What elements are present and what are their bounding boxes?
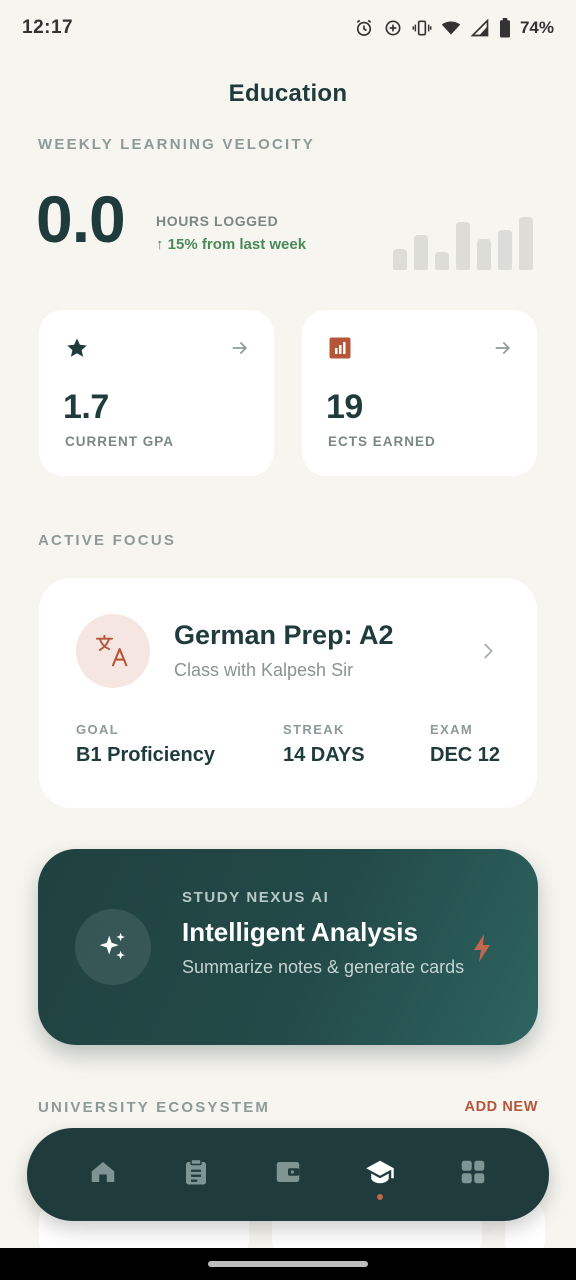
exam-label: EXAM <box>430 722 474 737</box>
weekly-bar <box>519 217 533 270</box>
trend-text: ↑ 15% from last week <box>156 236 307 253</box>
velocity-section-label: WEEKLY LEARNING VELOCITY <box>38 136 315 153</box>
study-nexus-ai-card[interactable]: STUDY NEXUS AI Intelligent Analysis Summ… <box>38 849 538 1045</box>
hours-value: 0.0 <box>36 182 126 256</box>
gpa-value: 1.7 <box>63 388 109 426</box>
status-icons: 74% <box>354 18 554 38</box>
page-title: Education <box>228 80 348 107</box>
ects-label: ECTS EARNED <box>328 434 436 449</box>
weekly-bar <box>435 252 449 270</box>
battery-icon <box>499 18 511 38</box>
arrow-right-icon <box>230 338 250 358</box>
battery-level: 74% <box>519 18 554 37</box>
home-icon <box>88 1157 118 1192</box>
streak-label: STREAK <box>283 722 345 737</box>
weekly-bar <box>498 230 512 270</box>
ai-description: Summarize notes & generate cards <box>182 957 465 977</box>
ects-card[interactable]: 19 ECTS EARNED <box>302 310 537 476</box>
ecosystem-section-label: UNIVERSITY ECOSYSTEM <box>38 1099 271 1116</box>
data-saver-icon <box>383 18 403 38</box>
streak-value: 14 DAYS <box>283 744 365 766</box>
goal-label: GOAL <box>76 722 120 737</box>
status-bar: 12:17 74% <box>0 0 576 56</box>
ai-eyebrow: STUDY NEXUS AI <box>182 889 330 906</box>
chevron-right-icon <box>477 640 499 662</box>
focus-section-label: ACTIVE FOCUS <box>38 532 177 549</box>
gpa-label: CURRENT GPA <box>65 434 175 449</box>
active-indicator <box>377 1193 384 1200</box>
translate-icon <box>76 614 150 688</box>
weekly-bar-chart <box>393 210 533 270</box>
weekly-bar <box>477 239 491 270</box>
ects-value: 19 <box>326 388 363 426</box>
star-icon <box>65 336 89 360</box>
wifi-icon <box>441 18 461 38</box>
hours-label: HOURS LOGGED <box>156 213 279 229</box>
nav-tasks[interactable] <box>174 1145 218 1205</box>
goal-value: B1 Proficiency <box>76 744 215 766</box>
nav-home[interactable] <box>81 1145 125 1205</box>
gpa-card[interactable]: 1.7 CURRENT GPA <box>39 310 274 476</box>
bottom-nav <box>27 1128 549 1221</box>
graduation-cap-icon <box>365 1157 395 1192</box>
chart-icon <box>328 336 352 360</box>
weekly-bar <box>414 235 428 270</box>
nav-more[interactable] <box>451 1145 495 1205</box>
nav-education[interactable] <box>358 1145 402 1205</box>
focus-subtitle: Class with Kalpesh Sir <box>174 660 354 680</box>
bolt-icon <box>470 933 494 963</box>
cell-signal-icon <box>470 18 490 38</box>
wallet-icon <box>273 1157 303 1192</box>
nav-wallet[interactable] <box>266 1145 310 1205</box>
focus-title: German Prep: A2 <box>174 620 394 650</box>
ai-title: Intelligent Analysis <box>182 917 418 947</box>
vibrate-icon <box>412 18 432 38</box>
active-focus-card[interactable]: German Prep: A2 Class with Kalpesh Sir G… <box>39 578 537 808</box>
add-new-button[interactable]: ADD NEW <box>465 1099 538 1115</box>
clipboard-icon <box>181 1157 211 1192</box>
weekly-bar <box>456 222 470 270</box>
arrow-right-icon <box>493 338 513 358</box>
home-gesture-handle[interactable] <box>208 1261 368 1267</box>
exam-value: DEC 12 <box>430 744 501 766</box>
sparkle-icon <box>75 909 151 985</box>
status-time: 12:17 <box>22 17 74 38</box>
grid-icon <box>458 1157 488 1192</box>
weekly-bar <box>393 249 407 270</box>
alarm-icon <box>354 18 374 38</box>
